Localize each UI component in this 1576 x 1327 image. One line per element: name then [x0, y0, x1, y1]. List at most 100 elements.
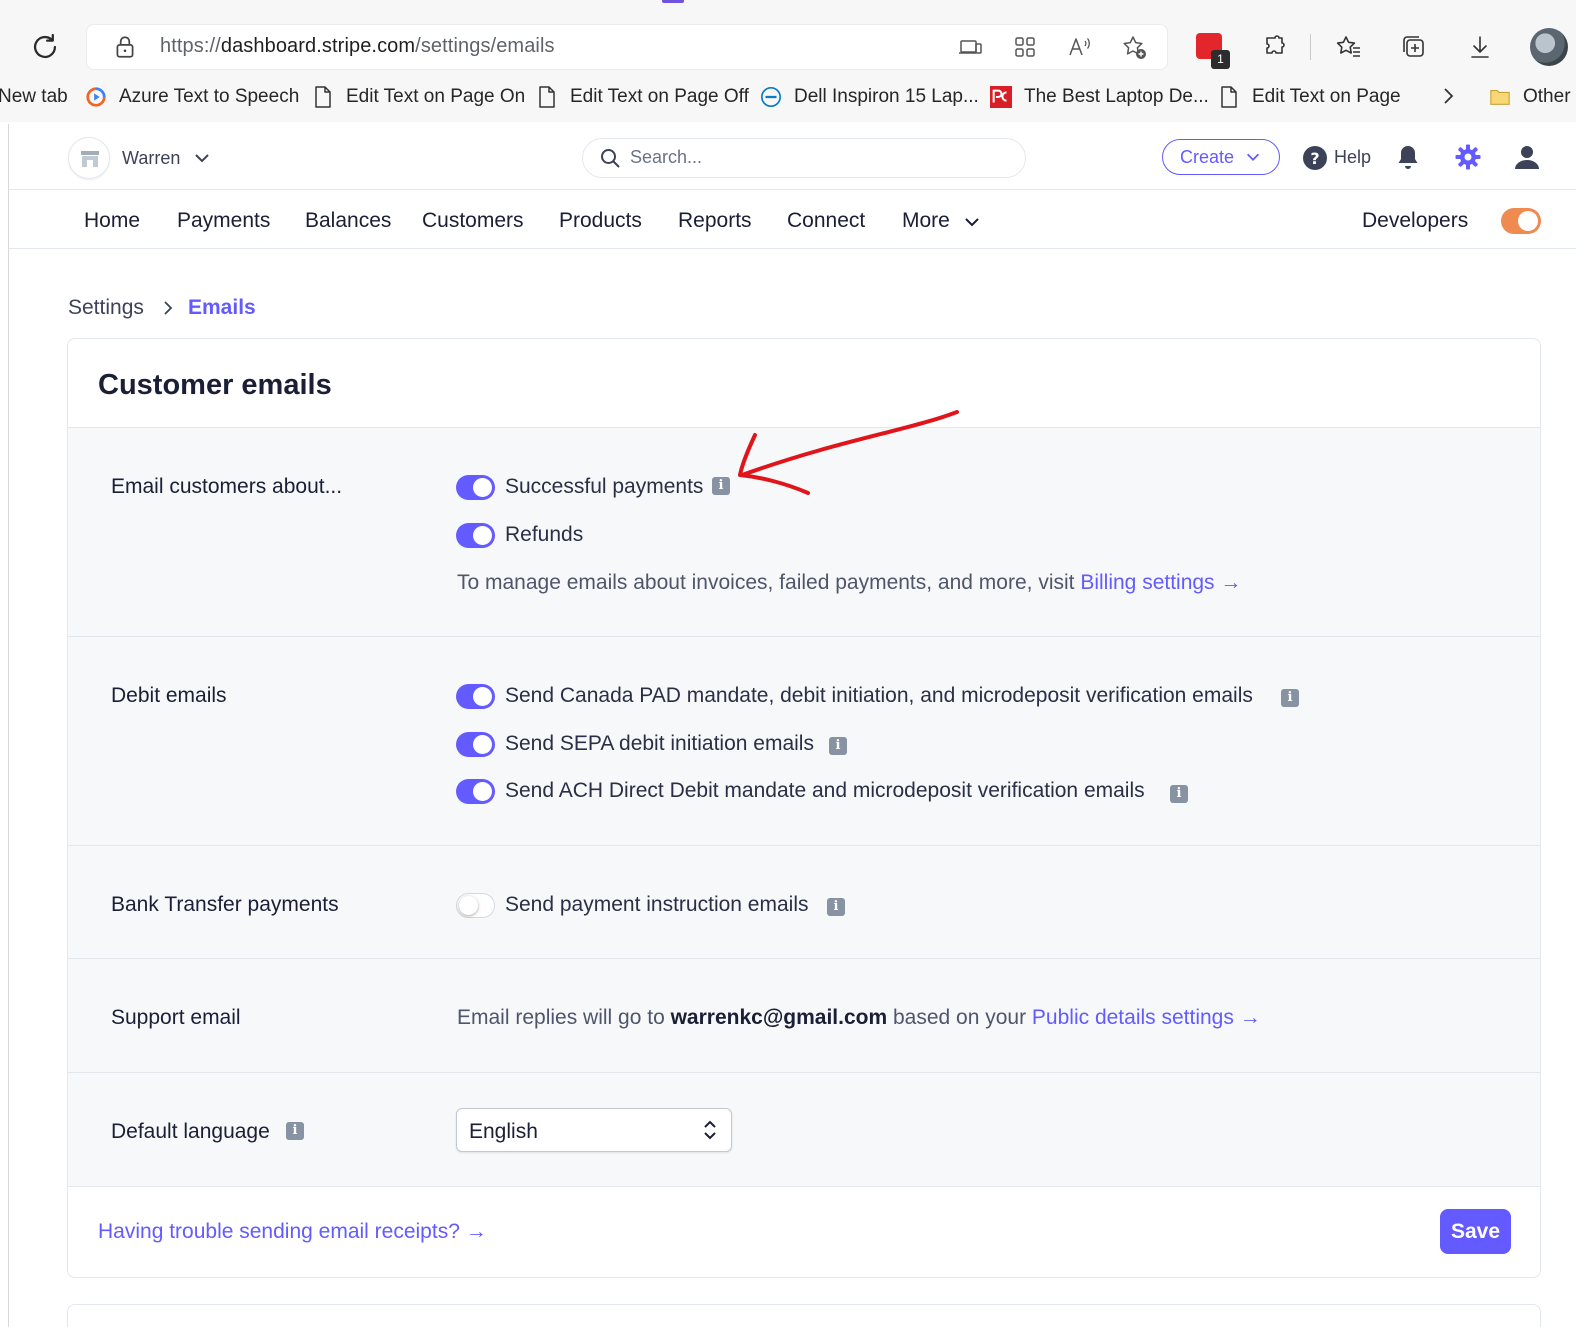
- search-placeholder: Search...: [630, 147, 703, 167]
- bookmark-edit-page[interactable]: Edit Text on Page: [1218, 84, 1401, 110]
- chevron-updown-icon: [704, 1120, 716, 1140]
- toggle-successful-payments[interactable]: [456, 475, 495, 500]
- canada-pad-label: Send Canada PAD mandate, debit initiatio…: [505, 684, 1253, 707]
- account-store-icon[interactable]: [68, 137, 110, 179]
- info-icon[interactable]: i: [712, 477, 730, 495]
- bookmark-edit-on[interactable]: Edit Text on Page On: [312, 84, 525, 110]
- download-icon[interactable]: [1465, 32, 1495, 62]
- sepa-label: Send SEPA debit initiation emails: [505, 732, 814, 755]
- help-icon[interactable]: ?: [1302, 145, 1328, 171]
- chevron-down-icon[interactable]: [192, 148, 212, 168]
- breadcrumb-emails[interactable]: Emails: [188, 296, 256, 320]
- store-icon: [81, 151, 99, 167]
- apps-icon[interactable]: [1011, 33, 1039, 61]
- bank-transfer-label: Bank Transfer payments: [111, 893, 339, 916]
- gear-icon[interactable]: [1454, 143, 1482, 171]
- collections-icon[interactable]: [1399, 32, 1429, 62]
- nav-divider: [9, 248, 1576, 249]
- nav-products[interactable]: Products: [559, 209, 642, 233]
- profile-avatar[interactable]: [1530, 28, 1568, 66]
- support-email-label: Support email: [111, 1006, 241, 1029]
- nav-connect[interactable]: Connect: [787, 209, 865, 233]
- annotation-arrow-icon: [738, 410, 959, 495]
- pcmag-logo-icon: [990, 86, 1012, 108]
- toggle-sepa[interactable]: [456, 732, 495, 757]
- debit-emails-label: Debit emails: [111, 684, 227, 707]
- language-value: English: [469, 1120, 538, 1143]
- chevron-right-icon[interactable]: [1438, 86, 1458, 106]
- toggle-canada-pad[interactable]: [456, 684, 495, 709]
- arrow-right-icon: →: [1233, 1006, 1261, 1029]
- default-language-label: Default language: [111, 1120, 270, 1143]
- chevron-down-icon: [1246, 153, 1260, 161]
- toggle-ach[interactable]: [456, 779, 495, 804]
- search-icon: [601, 149, 620, 168]
- bookmark-dell[interactable]: Dell Inspiron 15 Lap...: [760, 84, 979, 110]
- info-icon[interactable]: i: [827, 898, 845, 916]
- azure-tts-icon: [86, 87, 106, 107]
- email-customers-label: Email customers about...: [111, 475, 343, 498]
- toggle-payment-instruction[interactable]: [456, 893, 495, 918]
- folder-icon: [1490, 90, 1510, 105]
- reload-icon[interactable]: [28, 30, 62, 64]
- bookmark-edit-off[interactable]: Edit Text on Page Off: [536, 84, 749, 110]
- nav-home[interactable]: Home: [84, 209, 140, 233]
- chevron-right-icon: [164, 301, 173, 315]
- info-icon[interactable]: i: [829, 737, 847, 755]
- user-icon[interactable]: [1513, 143, 1541, 171]
- help-label[interactable]: Help: [1334, 147, 1371, 168]
- developers-toggle[interactable]: [1501, 208, 1541, 234]
- bookmark-azure-tts[interactable]: Azure Text to Speech: [85, 84, 299, 110]
- trouble-link[interactable]: Having trouble sending email receipts? →: [98, 1220, 487, 1244]
- dell-logo-icon: [761, 87, 781, 107]
- ach-label: Send ACH Direct Debit mandate and microd…: [505, 779, 1145, 802]
- arrow-right-icon: →: [459, 1220, 487, 1243]
- toggle-refunds[interactable]: [456, 523, 495, 548]
- footer-divider: [68, 1186, 1540, 1187]
- info-icon[interactable]: i: [286, 1122, 304, 1140]
- info-icon[interactable]: i: [1170, 785, 1188, 803]
- payment-instruction-label: Send payment instruction emails: [505, 893, 809, 916]
- refunds-label: Refunds: [505, 523, 584, 546]
- svg-text:?: ?: [1310, 149, 1319, 168]
- create-label: Create: [1180, 146, 1235, 167]
- bookmark-pcmag[interactable]: The Best Laptop De...: [990, 84, 1209, 110]
- add-favorite-icon[interactable]: [1120, 33, 1148, 61]
- billing-note: To manage emails about invoices, failed …: [457, 571, 1242, 594]
- next-card: [67, 1304, 1541, 1327]
- nav-customers[interactable]: Customers: [422, 209, 524, 233]
- toggle-knob: [1518, 211, 1538, 231]
- url-text[interactable]: https://dashboard.stripe.com/settings/em…: [160, 35, 555, 58]
- lock-icon[interactable]: [112, 34, 138, 60]
- bell-icon[interactable]: [1395, 143, 1421, 171]
- nav-more[interactable]: More: [902, 209, 950, 233]
- bookmark-other[interactable]: Other: [1489, 84, 1571, 110]
- bookmark-new-tab[interactable]: New tab: [0, 84, 68, 110]
- page-icon: [315, 86, 331, 108]
- save-button[interactable]: Save: [1440, 1209, 1511, 1254]
- extension-badge: 1: [1211, 50, 1230, 69]
- extensions-icon[interactable]: [1260, 32, 1290, 62]
- nav-balances[interactable]: Balances: [305, 209, 391, 233]
- public-details-link[interactable]: Public details settings: [1032, 1006, 1234, 1029]
- page-icon: [1221, 86, 1237, 108]
- account-name[interactable]: Warren: [122, 148, 180, 169]
- nav-payments[interactable]: Payments: [177, 209, 270, 233]
- chevron-down-icon[interactable]: [962, 212, 982, 232]
- breadcrumb-settings[interactable]: Settings: [68, 296, 144, 320]
- support-email-address: warrenkc@gmail.com: [670, 1006, 888, 1029]
- device-icon[interactable]: [957, 33, 985, 61]
- create-button[interactable]: Create: [1162, 139, 1280, 175]
- info-icon[interactable]: i: [1281, 689, 1299, 707]
- arrow-right-icon: →: [1214, 571, 1242, 594]
- active-tab-indicator: [662, 0, 684, 3]
- page-icon: [539, 86, 555, 108]
- developers-label[interactable]: Developers: [1362, 209, 1468, 233]
- header-divider: [9, 189, 1576, 190]
- read-aloud-icon[interactable]: [1066, 33, 1094, 61]
- favorites-icon[interactable]: [1333, 32, 1363, 62]
- successful-payments-label: Successful payments: [505, 475, 704, 498]
- nav-reports[interactable]: Reports: [678, 209, 752, 233]
- toolbar-divider: [1310, 34, 1311, 60]
- billing-settings-link[interactable]: Billing settings: [1080, 571, 1214, 594]
